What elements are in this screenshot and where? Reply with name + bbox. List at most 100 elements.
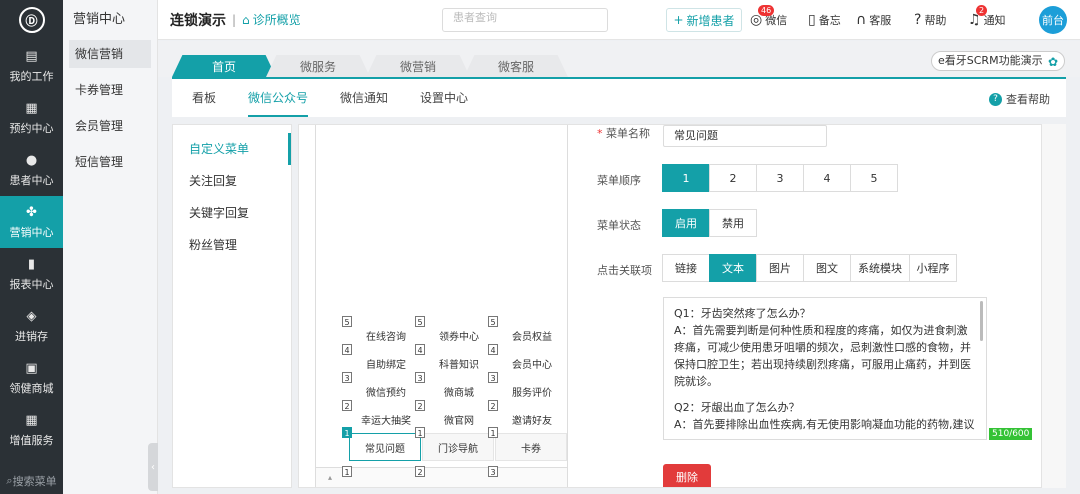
submenu-item[interactable]: 会员管理 (63, 112, 157, 148)
link-option[interactable]: 文本 (709, 254, 757, 282)
order-number: 5 (415, 316, 425, 327)
logo[interactable]: Ⓓ (0, 0, 63, 40)
scrm-demo-button[interactable]: e看牙SCRM功能演示 ✿ (931, 51, 1065, 71)
calendar-icon: ▦ (25, 100, 38, 116)
headset-icon: ∩ (856, 12, 867, 28)
help-button[interactable]: ? 帮助 (914, 12, 946, 28)
order-number: 1 (415, 427, 425, 438)
sidebar-item-label: 进销存 (15, 329, 48, 343)
subnav-wechat-official[interactable]: 微信公众号 (248, 79, 309, 117)
sidebar-item-4[interactable]: ▮ 报表中心 (0, 248, 63, 300)
sidebar-item-label: 营销中心 (9, 225, 54, 239)
editor-panel: ▴ 在线咨询 5 自助绑定 4 微信预约 3 幸运大抽奖 2 常见问题 1 1 领券中心 5 科普知识 4 微… (298, 124, 1042, 488)
sidebar-item-6[interactable]: ▣ 领健商城 (0, 352, 63, 404)
text-line: A：首先要排除出血性疾病,有无使用影响凝血功能的药物,建议 (674, 418, 975, 431)
order-option[interactable]: 5 (850, 164, 898, 192)
submenu-entry[interactable]: 幸运大抽奖 (351, 406, 421, 432)
submenu-entry[interactable]: 领券中心 (424, 322, 494, 348)
subnav-wechat-notify[interactable]: 微信通知 (340, 79, 388, 117)
status-option[interactable]: 禁用 (709, 209, 757, 237)
submenu-entry[interactable]: 科普知识 (424, 350, 494, 376)
memo-icon: ▯ (808, 12, 816, 28)
tab-micro-service[interactable]: 微服务 (266, 55, 370, 77)
link-option[interactable]: 图文 (803, 254, 851, 282)
main-menu-entry[interactable]: 常见问题 (349, 433, 421, 461)
page-scrollbar[interactable] (1042, 124, 1066, 488)
submenu-entry[interactable]: 微信预约 (351, 378, 421, 404)
sidebar-item-5[interactable]: ◈ 进销存 (0, 300, 63, 352)
sidebar-item-1[interactable]: ▦ 预约中心 (0, 92, 63, 144)
main-menu-entry[interactable]: 门诊导航 (422, 433, 494, 461)
text-line: Q1：牙齿突然疼了怎么办？ (674, 307, 811, 320)
service-button[interactable]: ∩ 客服 (856, 12, 891, 28)
submenu-item[interactable]: 微信营销 (69, 40, 151, 68)
order-option[interactable]: 2 (709, 164, 757, 192)
order-number: 4 (342, 344, 352, 355)
wechat-menu-nav: 自定义菜单 关注回复 关键字回复 粉丝管理 (172, 124, 292, 488)
gear-icon[interactable]: ✿ (1048, 53, 1058, 71)
subnav-settings[interactable]: 设置中心 (420, 79, 468, 117)
new-patient-label: 新增患者 (686, 13, 735, 28)
status-option[interactable]: 启用 (662, 209, 710, 237)
delete-button[interactable]: 删除 (663, 464, 711, 487)
clinic-name[interactable]: 连锁演示 (170, 10, 226, 30)
collapse-handle[interactable]: ‹ (148, 443, 158, 491)
new-patient-button[interactable]: + 新增患者 (666, 8, 742, 32)
clinic-overview-link[interactable]: ⌂ 诊所概览 (242, 11, 301, 28)
submenu-entry[interactable]: 服务评价 (497, 378, 567, 404)
sidebar-item-7[interactable]: ▦ 增值服务 (0, 404, 63, 456)
text-line: Q2：牙龈出血了怎么办？ (674, 401, 800, 414)
link-option[interactable]: 系统模块 (850, 254, 910, 282)
menu-name-input[interactable]: 常见问题 (663, 125, 827, 147)
help-label: 帮助 (924, 14, 947, 27)
tab-home[interactable]: 首页 (172, 55, 276, 77)
subnav-dashboard[interactable]: 看板 (192, 79, 216, 117)
sidebar-item-3[interactable]: ✤ 营销中心 (0, 196, 63, 248)
left-item-keyword-reply[interactable]: 关键字回复 (173, 197, 291, 229)
submenu-entry[interactable]: 在线咨询 (351, 322, 421, 348)
keyboard-icon: ▴ (328, 473, 333, 482)
sidebar-item-label: 预约中心 (9, 121, 54, 135)
wechat-button[interactable]: ◎ 46 微信 (750, 5, 787, 28)
text-line: A：首先需要判断是何种性质和程度的疼痛，如仅为进食刺激疼痛，可减少使用患牙咀嚼的… (674, 324, 971, 388)
left-item-fans[interactable]: 粉丝管理 (173, 229, 291, 261)
marketing-icon: ✤ (26, 204, 37, 220)
link-option[interactable]: 图片 (756, 254, 804, 282)
submenu-entry[interactable]: 会员权益 (497, 322, 567, 348)
sidebar-item-0[interactable]: ▤ 我的工作 (0, 40, 63, 92)
order-number: 1 (342, 466, 352, 477)
submenu-entry[interactable]: 微商城 (424, 378, 494, 404)
order-option[interactable]: 3 (756, 164, 804, 192)
notice-button[interactable]: ♫ 2 通知 (968, 5, 1006, 28)
order-number: 4 (488, 344, 498, 355)
patient-search-input[interactable]: 患者查询 (442, 8, 608, 32)
submenu-entry[interactable]: 会员中心 (497, 350, 567, 376)
link-type-selector: 链接 文本 图片 图文 系统模块 小程序 (662, 254, 957, 282)
sidebar-search[interactable]: ⌕ 搜索菜单 (0, 468, 63, 494)
order-option[interactable]: 4 (803, 164, 851, 192)
link-type-label: 点击关联项 (597, 264, 652, 277)
main-menu-entry[interactable]: 卡券 (495, 433, 567, 461)
left-item-follow-reply[interactable]: 关注回复 (173, 165, 291, 197)
textarea-scrollbar[interactable] (980, 301, 983, 341)
order-option[interactable]: 1 (662, 164, 710, 192)
avatar[interactable]: 前台 (1039, 6, 1067, 34)
order-number: 3 (488, 466, 498, 477)
tab-micro-marketing[interactable]: 微营销 (366, 55, 470, 77)
submenu-entry[interactable]: 微官网 (424, 406, 494, 432)
submenu-entry[interactable]: 邀请好友 (497, 406, 567, 432)
submenu-item[interactable]: 短信管理 (63, 148, 157, 184)
sidebar-item-2[interactable]: ● 患者中心 (0, 144, 63, 196)
reply-text-area[interactable]: Q1：牙齿突然疼了怎么办？ A：首先需要判断是何种性质和程度的疼痛，如仅为进食刺激… (663, 297, 987, 440)
layers-icon: ◈ (26, 308, 37, 324)
submenu-item[interactable]: 卡券管理 (63, 76, 157, 112)
view-help-link[interactable]: ? 查看帮助 (989, 91, 1050, 107)
memo-button[interactable]: ▯ 备忘 (808, 12, 841, 28)
link-option[interactable]: 小程序 (909, 254, 957, 282)
link-option[interactable]: 链接 (662, 254, 710, 282)
submenu-entry[interactable]: 自助绑定 (351, 350, 421, 376)
tab-micro-support[interactable]: 微客服 (464, 55, 568, 77)
plus-icon: + (673, 13, 684, 27)
chevron-left-icon: ‹ (151, 461, 155, 473)
left-item-custom-menu[interactable]: 自定义菜单 (173, 133, 291, 165)
